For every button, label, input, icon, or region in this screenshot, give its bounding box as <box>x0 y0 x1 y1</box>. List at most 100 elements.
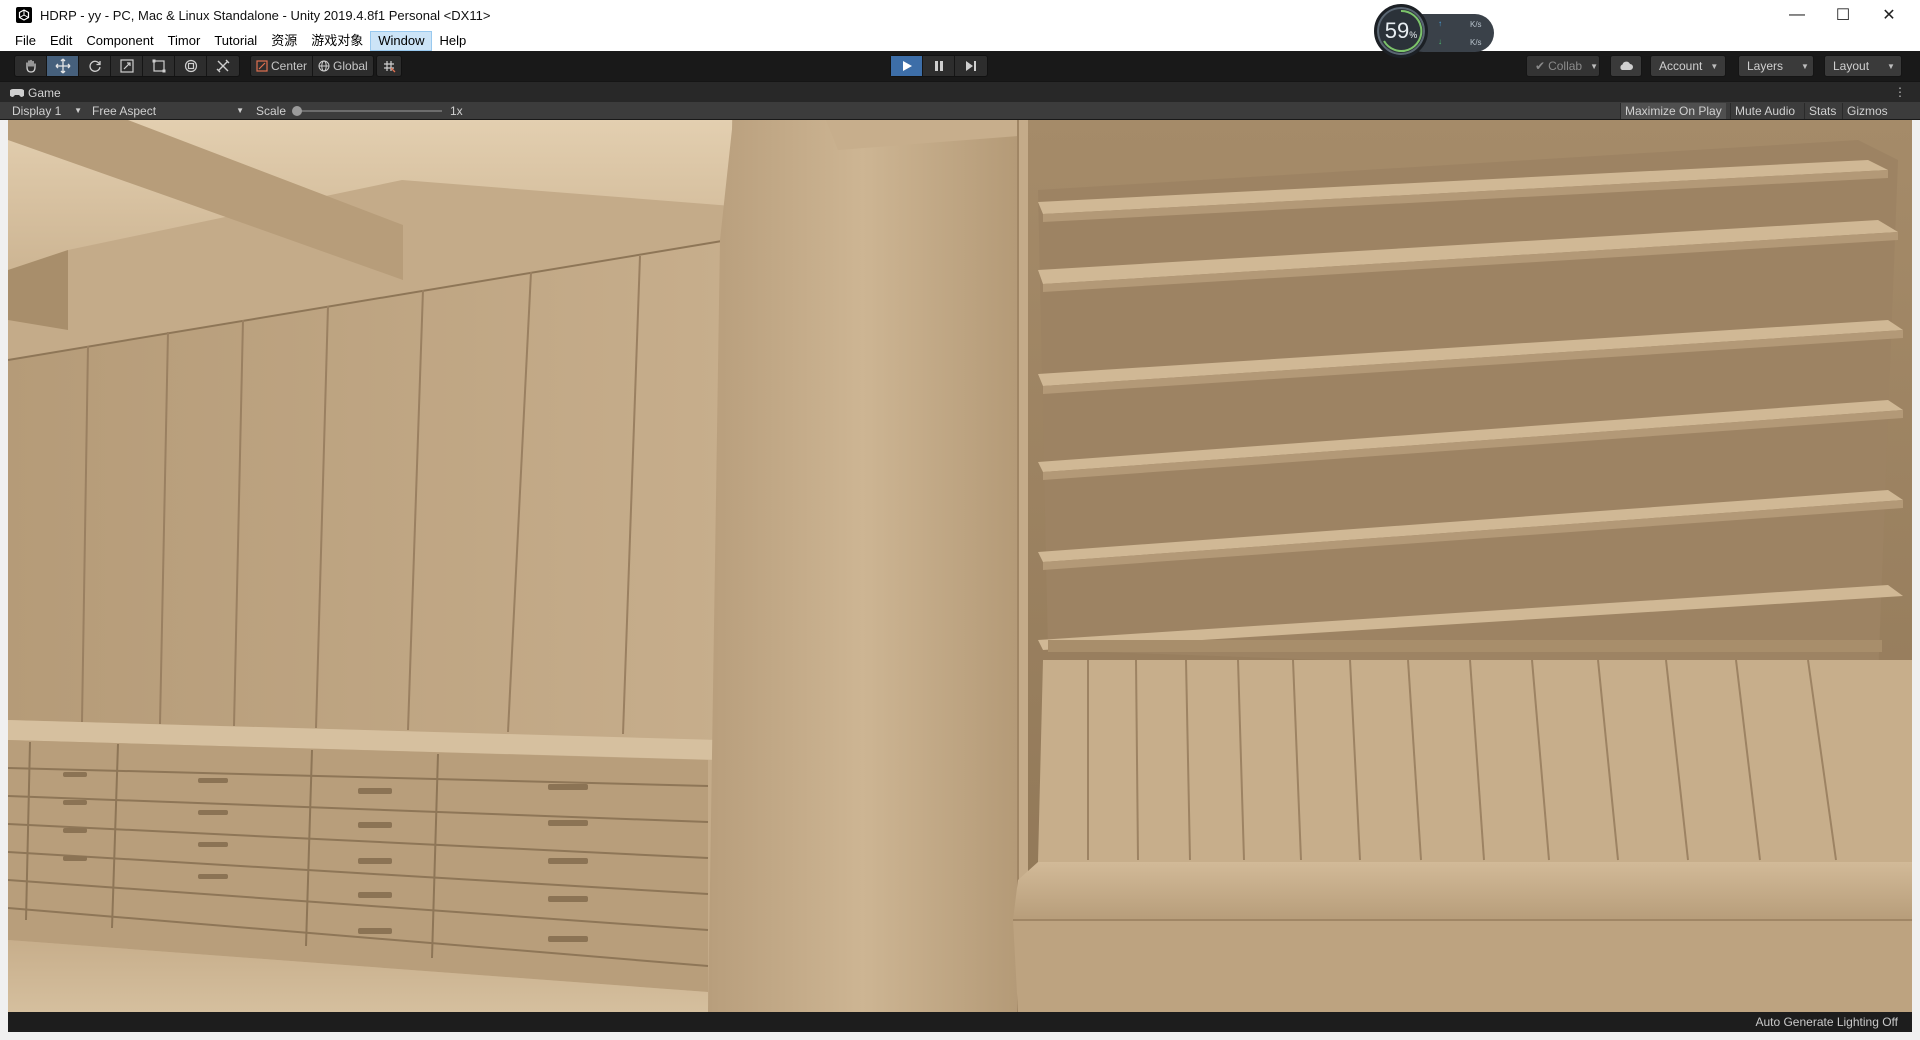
minimize-button[interactable]: — <box>1774 0 1820 30</box>
globe-icon <box>318 60 330 72</box>
tab-game[interactable]: Game <box>10 82 61 103</box>
close-icon: ✕ <box>1882 7 1896 24</box>
hand-icon <box>25 59 36 73</box>
scale-tool-button[interactable] <box>111 56 143 76</box>
minimize-icon: — <box>1789 6 1805 23</box>
maximize-button[interactable]: ☐ <box>1820 0 1866 30</box>
stats-toggle[interactable]: Stats <box>1804 103 1840 119</box>
chevron-down-icon: ▼ <box>236 106 244 115</box>
layout-label: Layout <box>1833 59 1870 73</box>
scale-slider[interactable] <box>292 106 442 116</box>
lighting-status[interactable]: Auto Generate Lighting Off <box>1755 1015 1898 1029</box>
upload-arrow-icon: ↑ <box>1438 19 1442 28</box>
pivot-global-label: Global <box>333 59 368 73</box>
step-icon <box>966 61 976 71</box>
main-toolbar: Center Global ✔ Collab ▼ Account ▼ Layer… <box>0 51 1920 81</box>
rect-tool-button[interactable] <box>143 56 175 76</box>
layers-dropdown[interactable]: Layers ▼ <box>1738 55 1814 77</box>
cloud-icon <box>1620 61 1633 70</box>
window-border-right <box>1912 120 1920 1032</box>
transform-tool-button[interactable] <box>175 56 207 76</box>
more-options-icon[interactable]: ⋮ <box>1894 85 1906 99</box>
display-dropdown[interactable]: Display 1 ▼ <box>8 102 86 120</box>
menu-help[interactable]: Help <box>432 31 473 51</box>
grid-snap-button[interactable] <box>377 56 401 76</box>
pause-icon <box>934 61 943 71</box>
play-icon <box>902 61 912 71</box>
menu-component[interactable]: Component <box>79 31 160 51</box>
move-tool-button[interactable] <box>47 56 79 76</box>
maximize-icon: ☐ <box>1835 7 1851 24</box>
scene-render <box>8 120 1912 1012</box>
playback-controls <box>890 55 988 77</box>
chevron-down-icon: ▼ <box>1887 61 1895 71</box>
rotate-tool-button[interactable] <box>79 56 111 76</box>
scale-icon <box>119 59 134 73</box>
chevron-down-icon: ▼ <box>74 106 82 115</box>
collab-label: Collab <box>1548 59 1583 73</box>
aspect-dropdown[interactable]: Free Aspect ▼ <box>88 102 248 120</box>
pause-button[interactable] <box>923 56 955 76</box>
pivot-center-label: Center <box>271 59 308 73</box>
window-border-bottom <box>0 1032 1920 1040</box>
pivot-center-toggle[interactable]: Center <box>251 56 314 76</box>
rect-icon <box>152 59 165 73</box>
download-rate: K/s <box>1470 38 1482 47</box>
fps-progress-ring-icon <box>1383 9 1423 52</box>
unity-logo-icon <box>16 7 32 23</box>
transform-icon <box>184 59 197 73</box>
close-button[interactable]: ✕ <box>1866 0 1912 30</box>
custom-tool-button[interactable] <box>207 56 239 76</box>
chevron-down-icon: ▼ <box>1710 61 1719 71</box>
menu-tutorial[interactable]: Tutorial <box>207 31 264 51</box>
grid-snap-group <box>376 55 402 77</box>
menu-gameobject[interactable]: 游戏对象 <box>304 31 370 51</box>
cloud-button[interactable] <box>1610 55 1642 77</box>
gizmos-label: Gizmos <box>1847 104 1888 118</box>
play-button[interactable] <box>891 56 923 76</box>
account-dropdown[interactable]: Account ▼ <box>1650 55 1726 77</box>
layers-label: Layers <box>1747 59 1784 73</box>
chevron-down-icon: ▼ <box>1590 61 1599 71</box>
mute-audio-toggle[interactable]: Mute Audio <box>1730 103 1799 119</box>
menu-file[interactable]: File <box>8 31 43 51</box>
download-arrow-icon: ↓ <box>1438 37 1442 46</box>
collab-dropdown[interactable]: ✔ Collab ▼ <box>1526 55 1600 77</box>
rotate-icon <box>88 60 101 72</box>
gamepad-icon <box>10 88 24 97</box>
layout-dropdown[interactable]: Layout ▼ <box>1824 55 1902 77</box>
account-label: Account <box>1659 59 1703 73</box>
upload-rate: K/s <box>1470 20 1482 29</box>
menu-bar: File Edit Component Timor Tutorial 资源 游戏… <box>0 30 1920 51</box>
game-view-toolbar: Display 1 ▼ Free Aspect ▼ Scale 1x Maxim… <box>0 102 1920 133</box>
menu-assets[interactable]: 资源 <box>264 31 304 51</box>
gizmos-dropdown[interactable]: Gizmos ▼ <box>1842 103 1910 133</box>
tab-game-label: Game <box>28 85 61 100</box>
menu-edit[interactable]: Edit <box>43 31 79 51</box>
display-label: Display 1 <box>12 104 62 118</box>
hand-tool-button[interactable] <box>15 56 47 76</box>
aspect-label: Free Aspect <box>92 104 157 118</box>
scale-label: Scale <box>256 104 287 118</box>
check-icon: ✔ <box>1535 59 1546 73</box>
window-title: HDRP - yy - PC, Mac & Linux Standalone -… <box>40 7 491 23</box>
window-border-left <box>0 120 8 1032</box>
pivot-center-icon <box>256 60 268 72</box>
grid-snap-icon <box>384 61 396 73</box>
game-tab-bar: Game ⋮ <box>0 81 1920 102</box>
step-button[interactable] <box>955 56 987 76</box>
status-bar: Auto Generate Lighting Off <box>8 1012 1912 1032</box>
tools-icon <box>216 59 230 73</box>
move-icon <box>55 58 70 74</box>
pivot-global-toggle[interactable]: Global <box>313 56 373 76</box>
scale-slider-handle[interactable] <box>292 106 302 116</box>
chevron-down-icon: ▼ <box>1801 61 1809 71</box>
pivot-toggles: Center Global <box>250 55 374 77</box>
game-viewport[interactable] <box>8 120 1912 1012</box>
fps-monitor-widget[interactable]: 59% ↑ ↓ K/s K/s <box>1374 4 1494 58</box>
menu-window[interactable]: Window <box>370 30 433 51</box>
window-title-bar: HDRP - yy - PC, Mac & Linux Standalone -… <box>0 0 1920 30</box>
menu-timor[interactable]: Timor <box>161 31 208 51</box>
transform-tools <box>14 55 240 77</box>
maximize-on-play-toggle[interactable]: Maximize On Play <box>1620 103 1726 119</box>
